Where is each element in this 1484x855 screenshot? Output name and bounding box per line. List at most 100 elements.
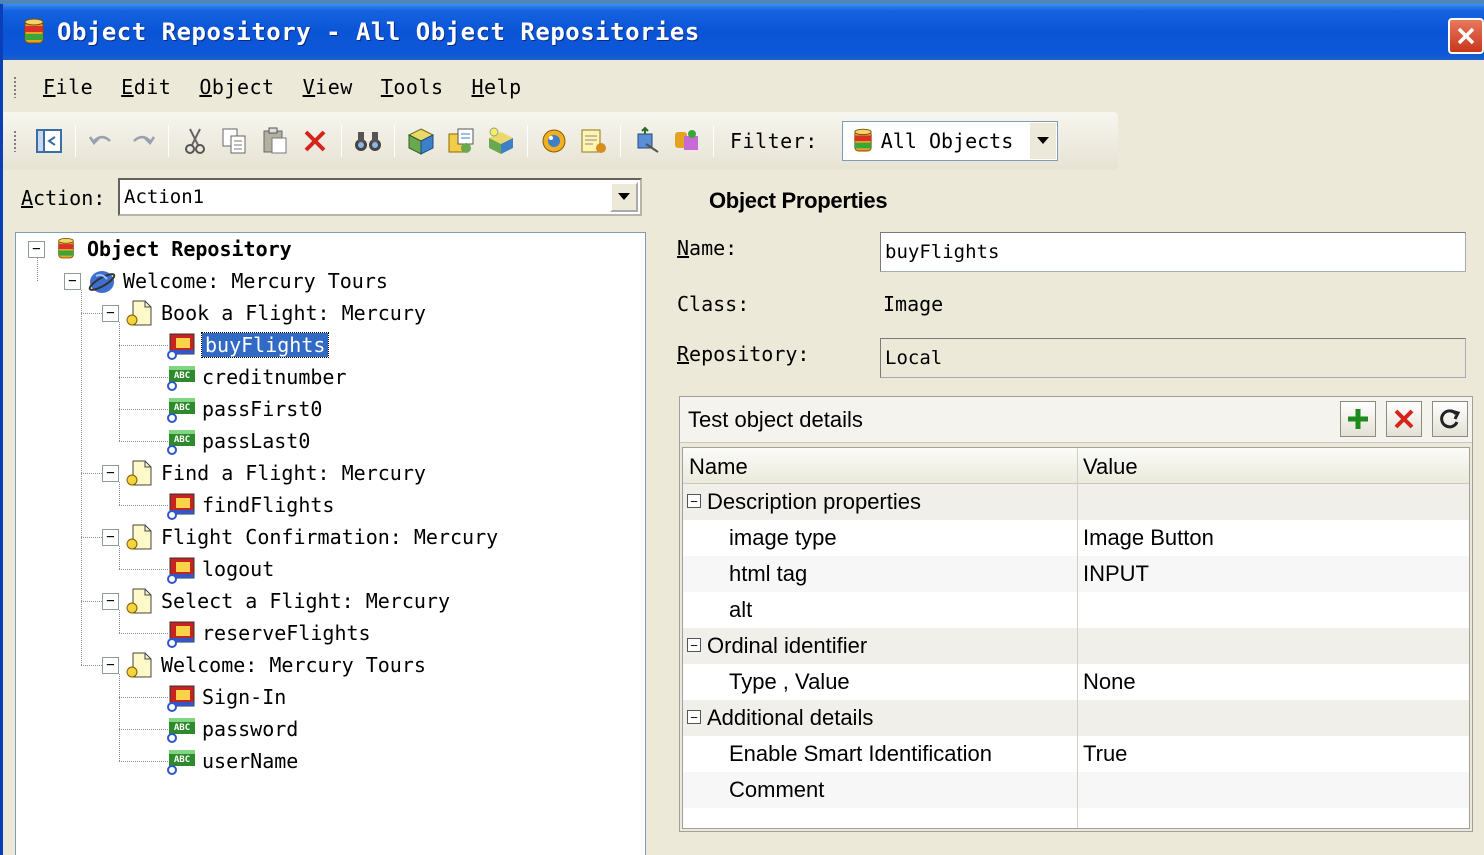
- tree-node-buyflights[interactable]: buyFlights: [166, 330, 330, 360]
- add-object-icon: [407, 128, 435, 155]
- repository-field: Local: [880, 338, 1466, 378]
- tree-node-page[interactable]: − Select a Flight: Mercury: [102, 586, 450, 616]
- copy-icon: [222, 128, 246, 154]
- menu-tools[interactable]: Tools: [367, 75, 458, 99]
- tree-node-root[interactable]: − Object Repository: [28, 234, 292, 264]
- test-object-details-panel: Test object details Name Value − Descript…: [679, 396, 1473, 832]
- tree-node-findflights[interactable]: findFlights: [166, 490, 334, 520]
- column-header-value[interactable]: Value: [1083, 454, 1138, 480]
- toggle-panel-button[interactable]: [32, 124, 66, 158]
- tree-node-page[interactable]: − Flight Confirmation: Mercury: [102, 522, 498, 552]
- property-value[interactable]: True: [1083, 741, 1127, 767]
- tree-node-label: findFlights: [202, 493, 335, 517]
- menu-object[interactable]: Object: [185, 75, 288, 99]
- delete-x-icon: [304, 130, 326, 152]
- property-value[interactable]: INPUT: [1083, 561, 1149, 587]
- tree-node-label: Find a Flight: Mercury: [161, 461, 426, 485]
- tree-node-creditnumber[interactable]: ABC creditnumber: [166, 362, 347, 392]
- tree-node-page[interactable]: − Book a Flight: Mercury: [102, 298, 426, 328]
- add-objects-button[interactable]: [404, 124, 438, 158]
- edit-field-icon: ABC: [166, 394, 196, 424]
- property-value[interactable]: None: [1083, 669, 1136, 695]
- tree-node-browser[interactable]: − Welcome: Mercury Tours: [64, 266, 388, 296]
- collapse-toggle-icon[interactable]: −: [102, 656, 119, 674]
- action-dropdown[interactable]: Action1: [118, 178, 642, 216]
- menubar-grip[interactable]: [13, 76, 17, 98]
- toolbar-grip[interactable]: [13, 130, 17, 152]
- tree-node-passlast0[interactable]: ABC passLast0: [166, 426, 310, 456]
- undo-button[interactable]: [85, 124, 119, 158]
- add-property-button[interactable]: [1340, 401, 1376, 437]
- object-tree[interactable]: − Object Repository − Welcome: Mercury Tour…: [15, 232, 646, 855]
- paste-button[interactable]: [258, 124, 292, 158]
- delete-button[interactable]: [298, 124, 332, 158]
- refresh-button[interactable]: [1432, 401, 1468, 437]
- repository-label: Repository:: [677, 342, 810, 366]
- collapse-toggle-icon[interactable]: −: [102, 592, 119, 610]
- menu-help[interactable]: Help: [458, 75, 536, 99]
- add-to-local-button[interactable]: [630, 124, 664, 158]
- locate-in-repository-button[interactable]: [577, 124, 611, 158]
- column-header-name[interactable]: Name: [689, 454, 748, 480]
- object-spy-button[interactable]: [484, 124, 518, 158]
- filter-dropdown[interactable]: All Objects: [841, 121, 1058, 161]
- collapse-toggle-icon[interactable]: −: [64, 272, 81, 290]
- collapse-toggle-icon[interactable]: −: [28, 240, 45, 258]
- tree-node-label: logout: [202, 557, 275, 581]
- menu-view[interactable]: View: [289, 75, 367, 99]
- action-dropdown-arrow[interactable]: [610, 182, 638, 212]
- property-name: html tag: [729, 561, 808, 586]
- tree-node-passfirst0[interactable]: ABC passFirst0: [166, 394, 322, 424]
- property-name: Enable Smart Identification: [729, 741, 992, 766]
- tree-node-page[interactable]: − Welcome: Mercury Tours: [102, 650, 426, 680]
- svg-text:ABC: ABC: [174, 371, 190, 381]
- collapse-toggle-icon[interactable]: −: [102, 464, 119, 482]
- window-title: Object Repository - All Object Repositor…: [57, 18, 700, 46]
- cut-button[interactable]: [178, 124, 212, 158]
- tree-node-reserveflights[interactable]: reserveFlights: [166, 618, 371, 648]
- repository-value: Local: [885, 347, 943, 369]
- undo-icon: [88, 135, 111, 145]
- tree-node-sign-in[interactable]: Sign-In: [166, 682, 286, 712]
- panel-icon: [36, 129, 62, 153]
- remove-property-button[interactable]: [1386, 401, 1422, 437]
- menu-edit[interactable]: Edit: [107, 75, 185, 99]
- title-bar[interactable]: Object Repository - All Object Repositor…: [3, 4, 1484, 60]
- collapse-toggle-icon[interactable]: −: [102, 528, 119, 546]
- page-icon: [125, 650, 155, 680]
- page-icon: [125, 586, 155, 616]
- page-icon: [125, 298, 155, 328]
- collapse-category-icon[interactable]: −: [687, 638, 701, 652]
- filter-dropdown-arrow[interactable]: [1029, 123, 1056, 159]
- tree-node-username[interactable]: ABC userName: [166, 746, 298, 776]
- tree-node-label: reserveFlights: [202, 621, 371, 645]
- tree-node-label: Welcome: Mercury Tours: [123, 269, 388, 293]
- associate-repositories-button[interactable]: [670, 124, 704, 158]
- redo-button[interactable]: [125, 124, 159, 158]
- menu-label-rest: bject: [211, 75, 275, 99]
- tree-node-logout[interactable]: logout: [166, 554, 274, 584]
- name-label: Name:: [677, 236, 738, 260]
- page-icon: [125, 522, 155, 552]
- associate-icon: [675, 130, 698, 150]
- menu-file[interactable]: File: [29, 75, 107, 99]
- tree-node-label: buyFlights: [200, 332, 330, 358]
- collapse-category-icon[interactable]: −: [687, 710, 701, 724]
- edit-field-icon: ABC: [166, 362, 196, 392]
- collapse-category-icon[interactable]: −: [687, 494, 701, 508]
- tree-node-label: Welcome: Mercury Tours: [161, 653, 426, 677]
- tree-node-password[interactable]: ABC password: [166, 714, 298, 744]
- repository-icon: [51, 234, 81, 264]
- tree-node-page[interactable]: − Find a Flight: Mercury: [102, 458, 426, 488]
- details-grid[interactable]: Name Value − Description properties image …: [682, 447, 1470, 829]
- property-name: Type , Value: [729, 669, 850, 694]
- highlight-button[interactable]: [537, 124, 571, 158]
- update-from-app-button[interactable]: [444, 124, 478, 158]
- collapse-toggle-icon[interactable]: −: [102, 304, 119, 322]
- scissors-icon: [185, 128, 205, 154]
- copy-button[interactable]: [218, 124, 252, 158]
- property-value[interactable]: Image Button: [1083, 525, 1214, 551]
- close-button[interactable]: [1448, 18, 1484, 54]
- find-button[interactable]: [351, 124, 385, 158]
- name-field[interactable]: buyFlights: [880, 232, 1466, 272]
